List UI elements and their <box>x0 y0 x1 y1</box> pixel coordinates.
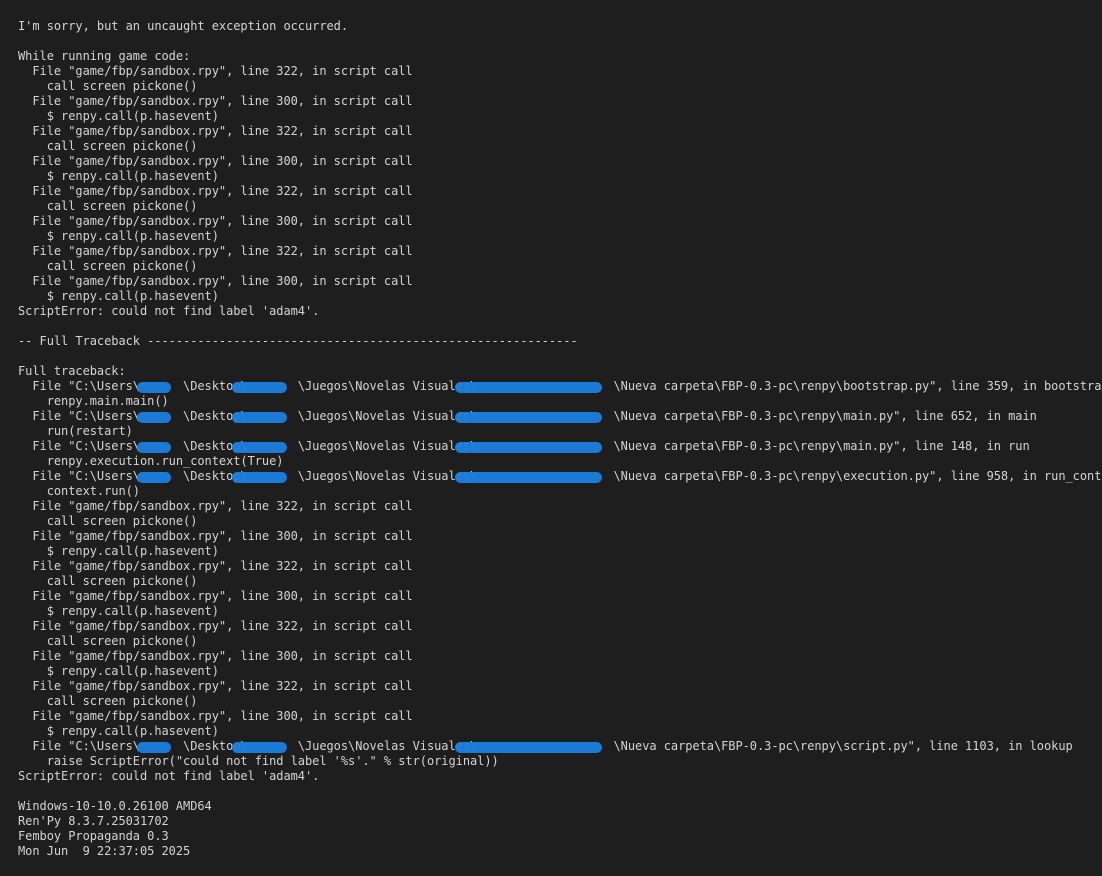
log-line: File "game/fbp/sandbox.rpy", line 322, i… <box>18 64 413 78</box>
log-line: renpy.execution.run_context(True) <box>18 454 284 468</box>
log-line: File "game/fbp/sandbox.rpy", line 300, i… <box>18 649 413 663</box>
log-line: $ renpy.call(p.hasevent) <box>18 544 219 558</box>
log-line: Mon Jun 9 22:37:05 2025 <box>18 844 191 858</box>
log-line: call screen pickone() <box>18 514 198 528</box>
log-line: File "game/fbp/sandbox.rpy", line 300, i… <box>18 274 413 288</box>
log-line: File "game/fbp/sandbox.rpy", line 322, i… <box>18 184 413 198</box>
redaction-mark <box>137 742 171 753</box>
log-line: renpy.main.main() <box>18 394 169 408</box>
log-line: call screen pickone() <box>18 574 198 588</box>
log-line: Ren'Py 8.3.7.25031702 <box>18 814 169 828</box>
log-line: call screen pickone() <box>18 259 198 273</box>
log-line: call screen pickone() <box>18 79 198 93</box>
traceback-text-area[interactable]: I'm sorry, but an uncaught exception occ… <box>0 0 1102 876</box>
log-line: File "game/fbp/sandbox.rpy", line 300, i… <box>18 154 413 168</box>
log-line: $ renpy.call(p.hasevent) <box>18 604 219 618</box>
log-line: -- Full Traceback ----------------------… <box>18 334 578 348</box>
log-line: File "game/fbp/sandbox.rpy", line 322, i… <box>18 244 413 258</box>
log-line: call screen pickone() <box>18 634 198 648</box>
log-line: File "game/fbp/sandbox.rpy", line 300, i… <box>18 709 413 723</box>
log-line: run(restart) <box>18 424 133 438</box>
redaction-mark <box>455 472 602 483</box>
redaction-mark <box>455 382 602 393</box>
log-line: File "game/fbp/sandbox.rpy", line 300, i… <box>18 94 413 108</box>
log-line: Windows-10-10.0.26100 AMD64 <box>18 799 212 813</box>
redaction-mark <box>455 442 602 453</box>
redaction-mark <box>137 472 171 483</box>
log-line: ScriptError: could not find label 'adam4… <box>18 304 320 318</box>
redaction-mark <box>232 742 287 753</box>
log-line: File "game/fbp/sandbox.rpy", line 322, i… <box>18 499 413 513</box>
log-line: File "game/fbp/sandbox.rpy", line 322, i… <box>18 124 413 138</box>
redaction-mark <box>232 442 287 453</box>
log-line: call screen pickone() <box>18 694 198 708</box>
log-line: I'm sorry, but an uncaught exception occ… <box>18 19 349 33</box>
redaction-mark <box>455 412 602 423</box>
log-line: File "game/fbp/sandbox.rpy", line 300, i… <box>18 589 413 603</box>
log-line: raise ScriptError("could not find label … <box>18 754 499 768</box>
log-line: $ renpy.call(p.hasevent) <box>18 289 219 303</box>
log-line: Femboy Propaganda 0.3 <box>18 829 169 843</box>
redaction-mark <box>137 442 171 453</box>
redaction-mark <box>455 742 602 753</box>
log-line: Full traceback: <box>18 364 126 378</box>
log-line: File "game/fbp/sandbox.rpy", line 300, i… <box>18 214 413 228</box>
log-line: File "game/fbp/sandbox.rpy", line 322, i… <box>18 679 413 693</box>
log-line: File "game/fbp/sandbox.rpy", line 322, i… <box>18 559 413 573</box>
log-line: $ renpy.call(p.hasevent) <box>18 229 219 243</box>
redaction-mark <box>232 382 287 393</box>
log-line: $ renpy.call(p.hasevent) <box>18 109 219 123</box>
log-line: $ renpy.call(p.hasevent) <box>18 664 219 678</box>
log-line: While running game code: <box>18 49 191 63</box>
redaction-mark <box>137 382 171 393</box>
log-line: File "game/fbp/sandbox.rpy", line 322, i… <box>18 619 413 633</box>
log-line: File "game/fbp/sandbox.rpy", line 300, i… <box>18 529 413 543</box>
log-line: call screen pickone() <box>18 139 198 153</box>
log-line: call screen pickone() <box>18 199 198 213</box>
log-line: $ renpy.call(p.hasevent) <box>18 169 219 183</box>
redaction-mark <box>232 472 287 483</box>
redaction-mark <box>232 412 287 423</box>
log-line: $ renpy.call(p.hasevent) <box>18 724 219 738</box>
log-line: ScriptError: could not find label 'adam4… <box>18 769 320 783</box>
log-line: context.run() <box>18 484 140 498</box>
redaction-mark <box>137 412 171 423</box>
